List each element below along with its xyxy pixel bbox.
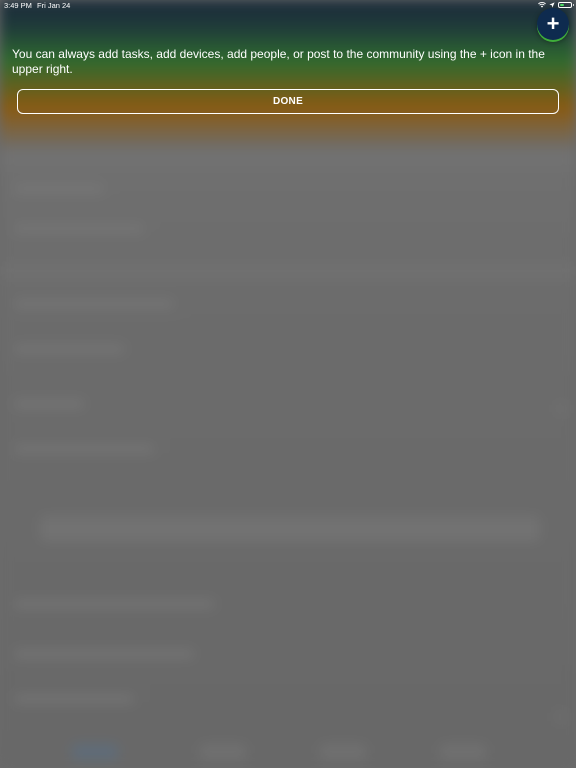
blurred-row <box>14 400 84 408</box>
blurred-tab <box>72 744 118 760</box>
blurred-row <box>14 225 144 233</box>
status-bar: 3:49 PM Fri Jan 24 <box>0 0 576 12</box>
blurred-row <box>14 445 154 453</box>
blurred-tab <box>200 744 246 760</box>
blurred-row <box>14 650 194 658</box>
battery-icon <box>558 2 574 8</box>
blurred-app-background <box>0 0 576 768</box>
status-time: 3:49 PM <box>4 1 32 10</box>
done-button[interactable]: DONE <box>17 89 559 114</box>
blurred-card <box>40 516 540 542</box>
blurred-row <box>14 300 174 308</box>
blurred-row <box>14 600 214 608</box>
blurred-chevron-icon <box>558 712 564 722</box>
blurred-row <box>14 185 104 193</box>
blurred-row <box>14 345 124 353</box>
status-icons <box>538 2 574 8</box>
blurred-section-band <box>0 262 576 280</box>
blurred-section-band <box>0 150 576 168</box>
coach-mark-message: You can always add tasks, add devices, a… <box>12 47 545 76</box>
status-date: Fri Jan 24 <box>37 1 71 10</box>
blurred-tab <box>440 744 486 760</box>
add-button[interactable]: + <box>537 8 569 40</box>
wifi-icon <box>538 2 546 8</box>
plus-icon: + <box>546 10 560 36</box>
blurred-tab <box>320 744 366 760</box>
blurred-content <box>0 150 576 768</box>
blurred-row <box>14 695 134 703</box>
battery-fill <box>560 4 564 6</box>
blurred-chevron-icon <box>558 404 564 414</box>
